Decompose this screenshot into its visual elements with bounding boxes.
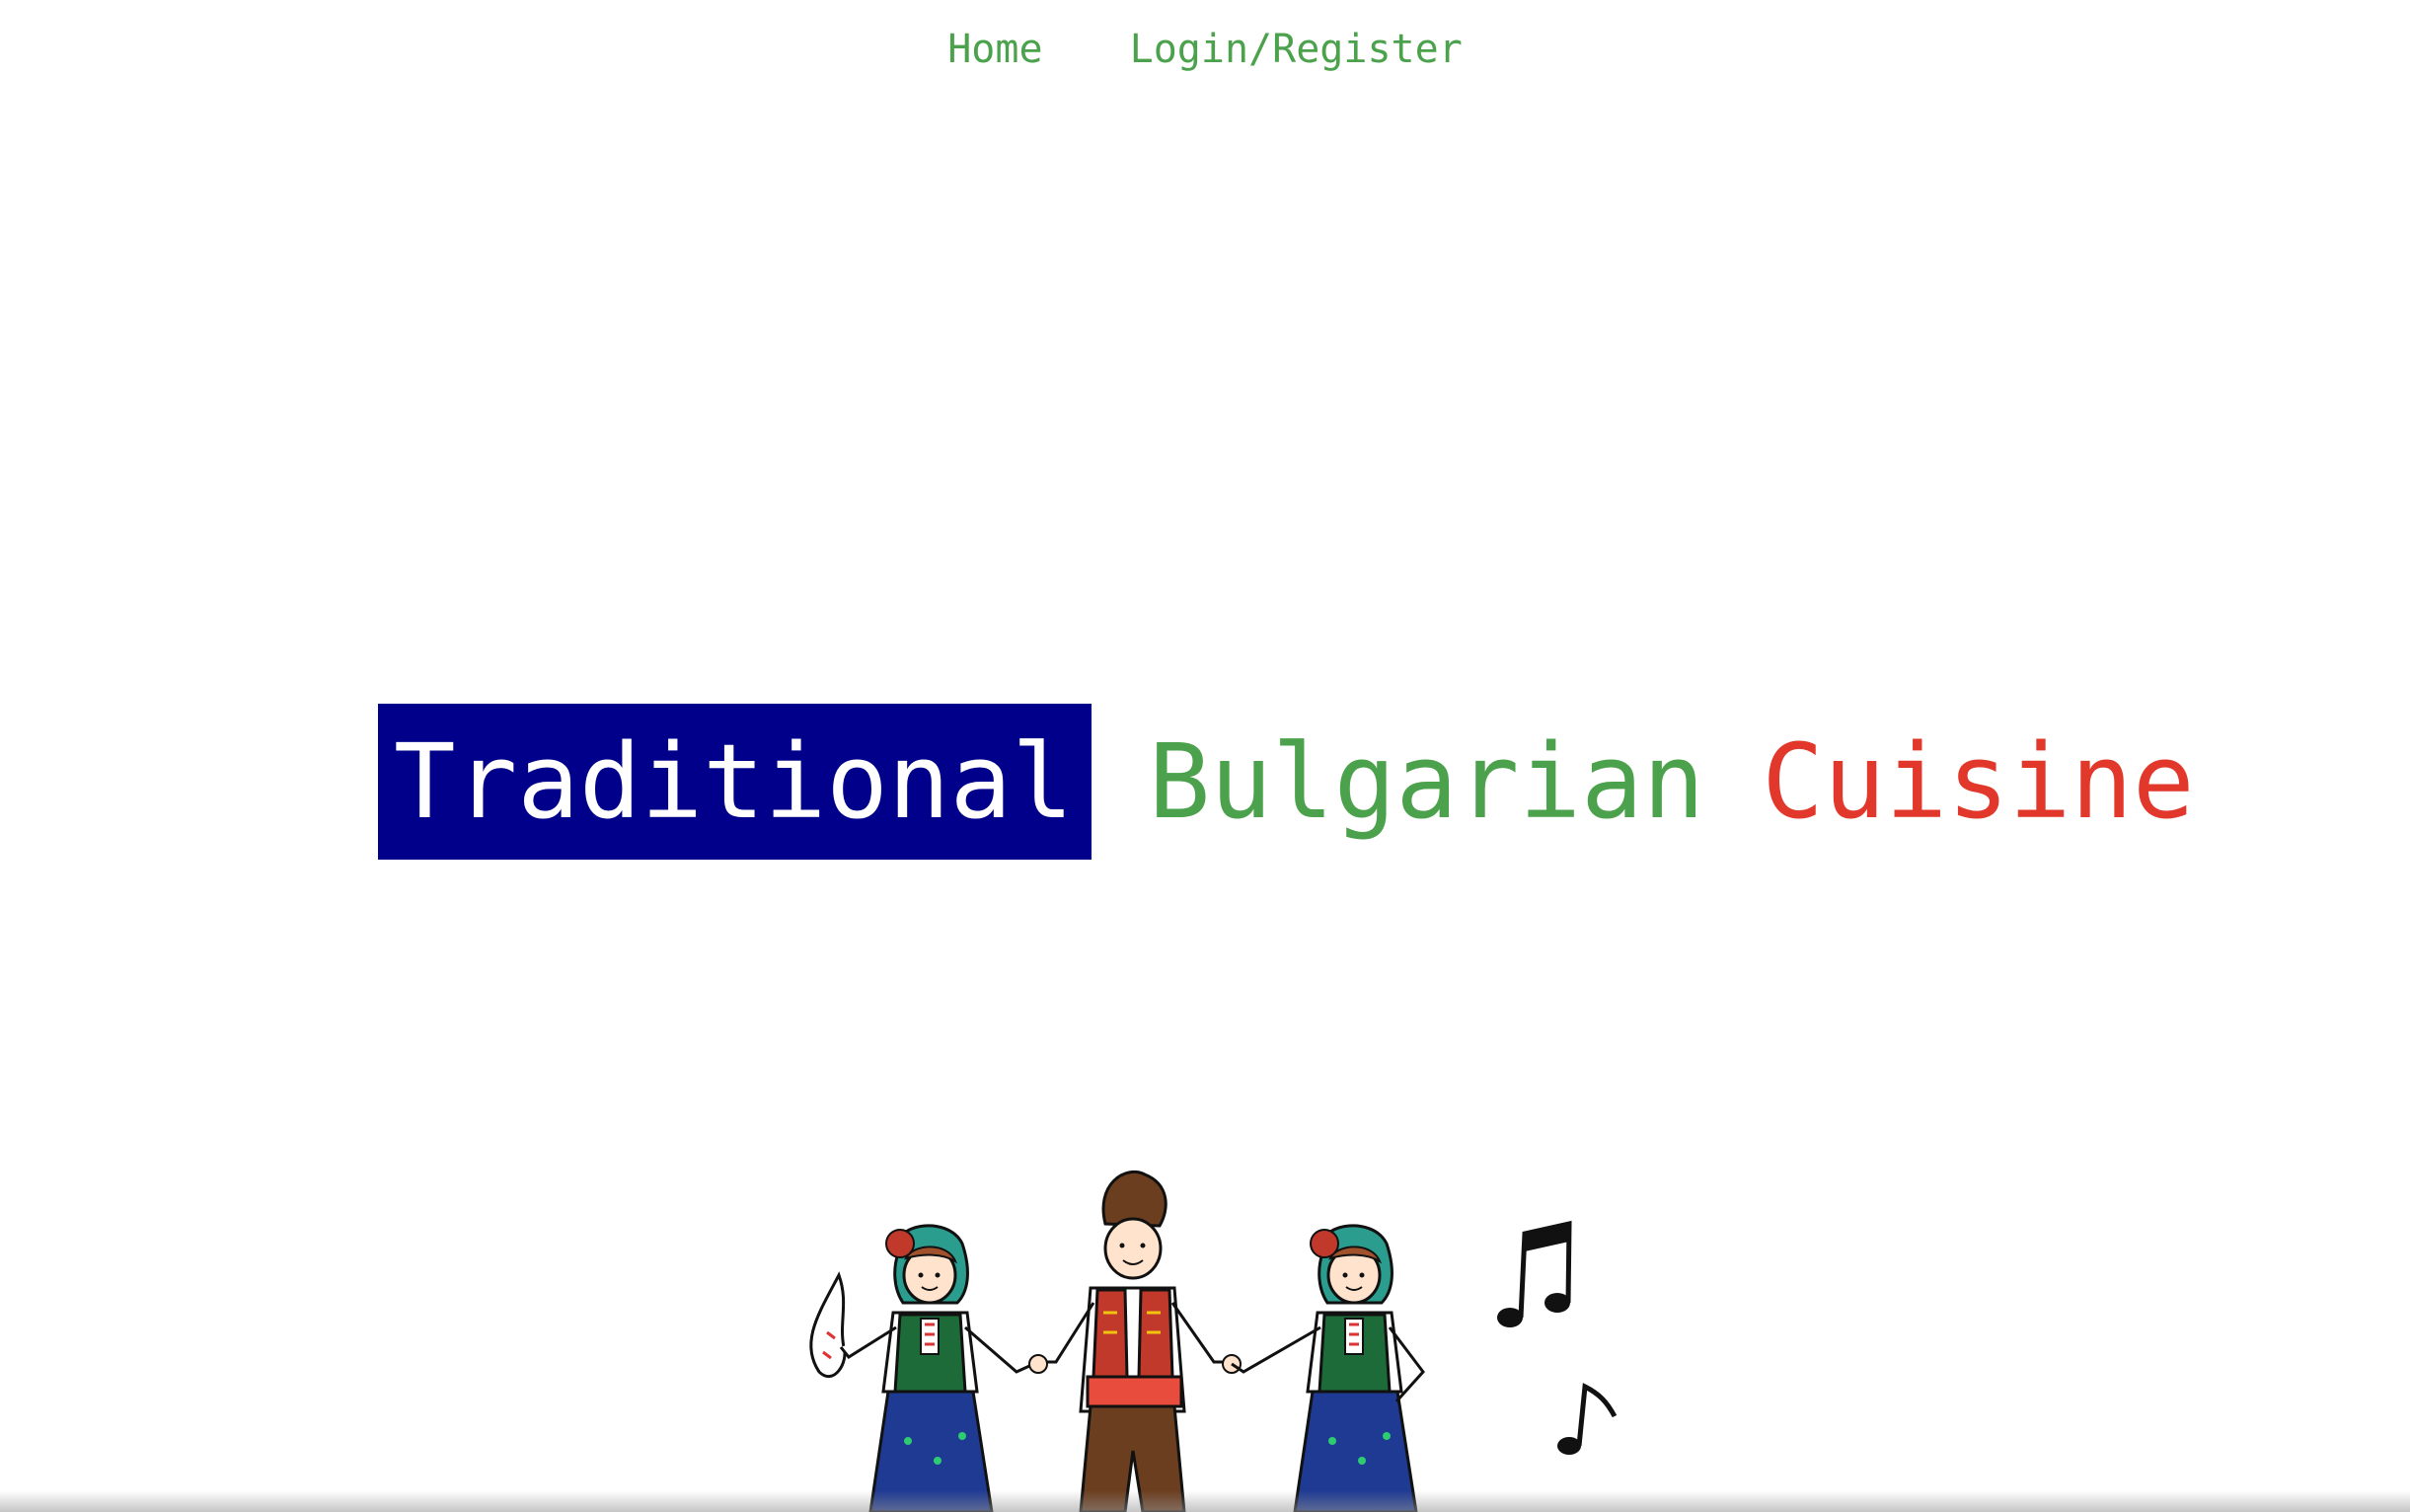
hero-word-bulgarian: Bulgarian — [1148, 721, 1705, 842]
bottom-edge-shadow — [0, 1490, 2410, 1512]
music-notes-icon — [1497, 1220, 1618, 1455]
hero-word-cuisine: Cuisine — [1762, 721, 2195, 842]
top-nav: Home Login/Register — [0, 22, 2410, 77]
hero-title: Traditional Bulgarian Cuisine — [378, 704, 2195, 860]
hero-word-traditional: Traditional — [378, 704, 1092, 860]
middle-dancer-figure — [1028, 1171, 1242, 1512]
left-dancer-figure — [809, 1224, 1039, 1512]
right-dancer-figure — [1231, 1224, 1425, 1512]
nav-link-login-register[interactable]: Login/Register — [1130, 22, 1463, 77]
folk-dancers-icon — [809, 1171, 1618, 1512]
nav-link-home[interactable]: Home — [947, 22, 1042, 77]
